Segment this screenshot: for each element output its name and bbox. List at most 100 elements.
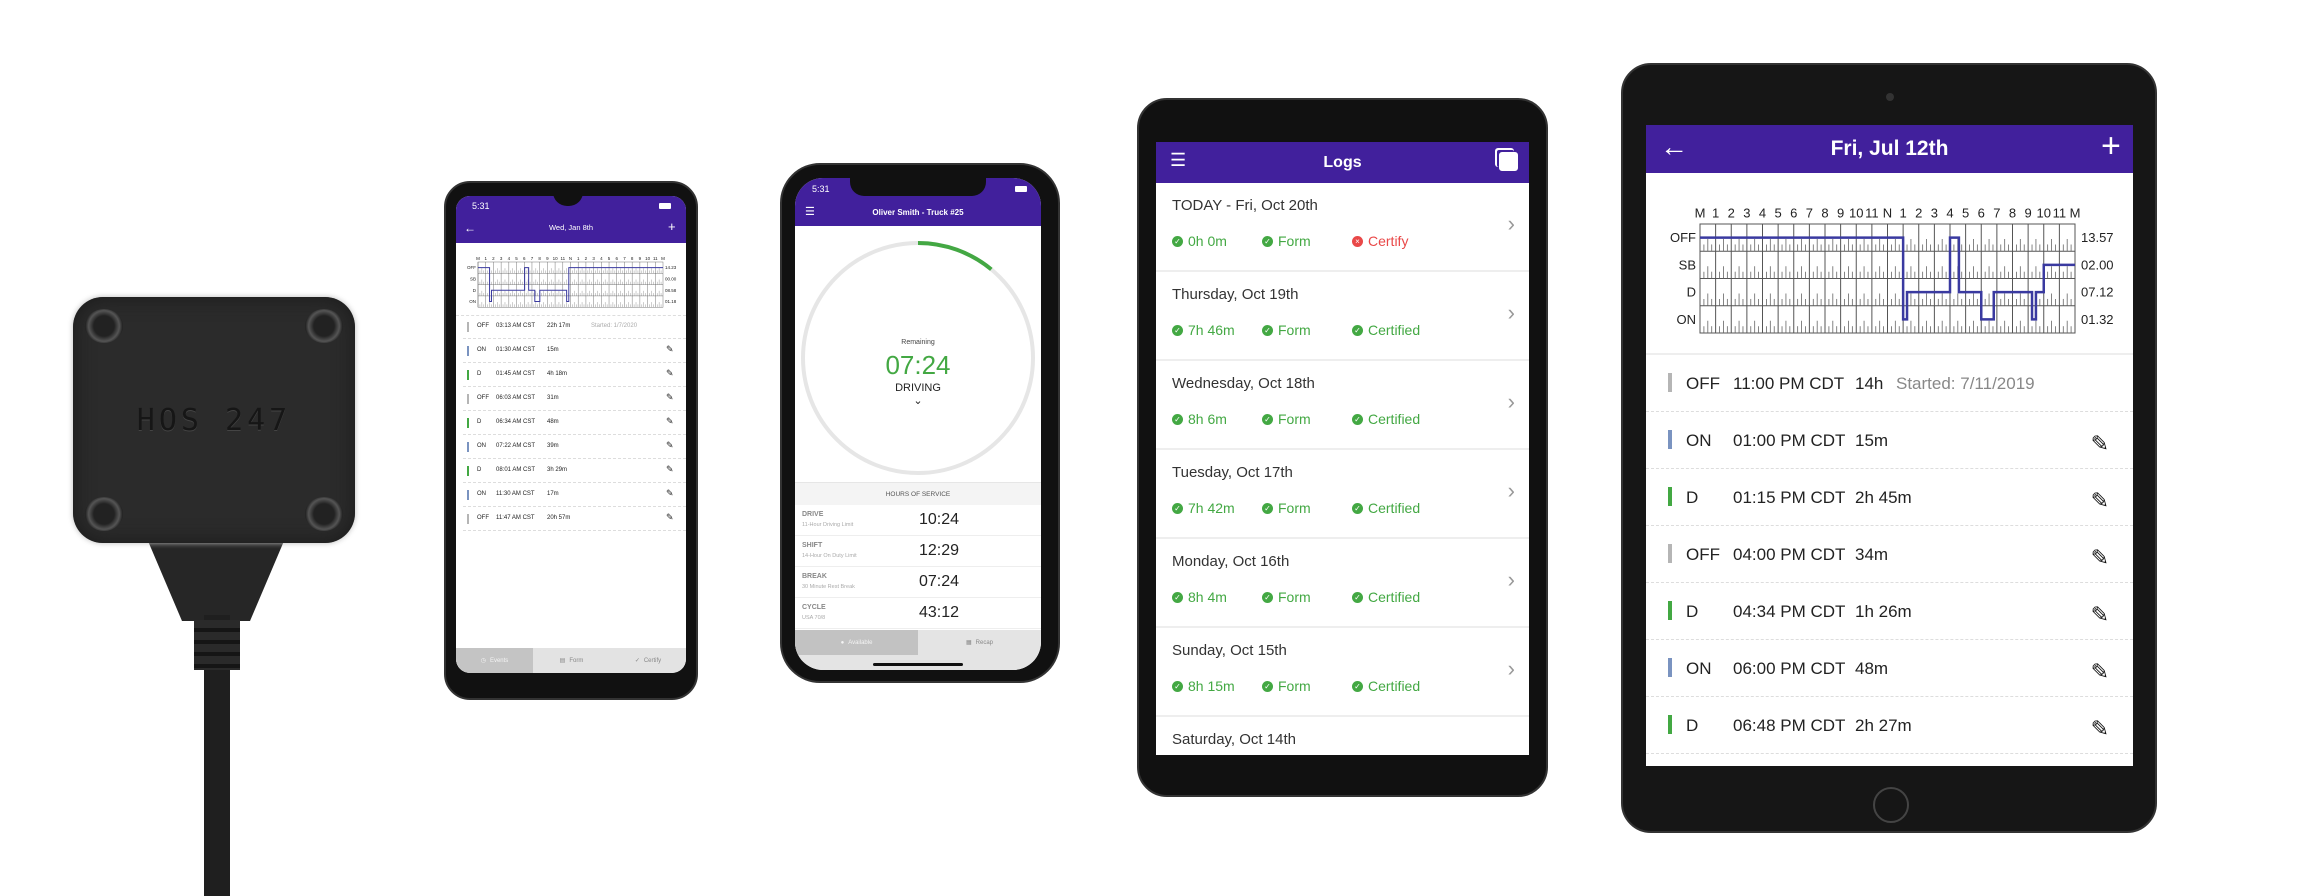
log-day-row[interactable]: Wednesday, Oct 18th ✓ 8h 6m ✓ Form ✓ Certified… [1156, 361, 1529, 450]
chevron-right-icon[interactable]: › [1508, 389, 1515, 415]
certify-status[interactable]: ✓ Certified [1352, 500, 1420, 516]
hour-label: 7 [623, 256, 626, 261]
form-status[interactable]: ✓ Form [1262, 678, 1311, 694]
event-row[interactable]: OFF 11:47 AM CST 20h 57m ✎ [463, 507, 686, 531]
chevron-right-icon[interactable]: › [1508, 656, 1515, 682]
chevron-right-icon[interactable]: › [1508, 567, 1515, 593]
pencil-icon[interactable]: ✎ [666, 392, 674, 403]
certify-status[interactable]: ✓ Certified [1352, 411, 1420, 427]
hour-label: 4 [1946, 206, 1953, 221]
add-icon[interactable]: + [668, 219, 676, 234]
log-day-row[interactable]: TODAY - Fri, Oct 20th ✓ 0h 0m ✓ Form × Certify… [1156, 183, 1529, 272]
log-day-row[interactable]: Sunday, Oct 15th ✓ 8h 15m ✓ Form ✓ Certified › [1156, 628, 1529, 717]
event-row[interactable]: OFF 06:03 AM CST 31m ✎ [463, 387, 686, 411]
gauge-label: Remaining [901, 339, 935, 346]
hour-label: 10 [2037, 206, 2051, 221]
event-row[interactable]: OFF 11:00 PM CDT 14h Started: 7/11/2019 [1646, 355, 2133, 412]
event-row[interactable]: ON 06:00 PM CDT 48m ✎ [1646, 640, 2133, 697]
page-title: Oliver Smith - Truck #25 [872, 208, 964, 217]
hour-label: 9 [639, 256, 642, 261]
certify-status[interactable]: ✓ Certified [1352, 322, 1420, 338]
event-row[interactable]: ON 01:00 PM CDT 15m ✎ [1646, 412, 2133, 469]
event-row[interactable]: D 08:01 AM CST 3h 29m ✎ [463, 459, 686, 483]
event-row[interactable]: D 01:45 AM CST 4h 18m ✎ [463, 363, 686, 387]
log-day-row[interactable]: Saturday, Oct 14th [1156, 717, 1529, 755]
pencil-icon[interactable]: ✎ [666, 368, 674, 379]
day-title: Monday, Oct 16th [1172, 553, 1290, 570]
pencil-icon[interactable]: ✎ [666, 344, 674, 355]
pencil-icon[interactable]: ✎ [666, 464, 674, 475]
event-duration: 3h 29m [547, 467, 568, 473]
device-body: HOS 247 [73, 297, 355, 543]
hours-status-label: 8h 6m [1188, 411, 1227, 427]
certify-status[interactable]: × Certify [1352, 233, 1408, 249]
event-status: ON [477, 443, 486, 449]
event-list: OFF 03:13 AM CST 22h 17m Started: 1/7/2020 O… [463, 315, 686, 555]
tab-certify[interactable]: ✓ Certify [610, 648, 686, 673]
pencil-icon[interactable]: ✎ [666, 416, 674, 427]
form-status[interactable]: ✓ Form [1262, 589, 1311, 605]
event-row[interactable]: OFF 04:00 PM CDT 34m ✎ [1646, 526, 2133, 583]
event-row[interactable]: D 06:48 PM CDT 2h 27m ✎ [1646, 697, 2133, 754]
check-circle-icon: ✓ [1352, 680, 1363, 692]
chevron-right-icon[interactable]: › [1508, 211, 1515, 237]
copy-icon[interactable] [1499, 152, 1518, 171]
event-row[interactable]: D 06:34 AM CST 48m ✎ [463, 411, 686, 435]
event-row[interactable]: D 01:15 PM CDT 2h 45m ✎ [1646, 469, 2133, 526]
tab-label: Certify [643, 657, 662, 664]
certify-status-label: Certified [1368, 678, 1421, 694]
status-bar-off [467, 514, 469, 524]
battery-icon [1015, 186, 1027, 192]
form-status[interactable]: ✓ Form [1262, 233, 1311, 249]
event-row[interactable]: ON 01:30 AM CST 15m ✎ [463, 339, 686, 363]
form-status[interactable]: ✓ Form [1262, 411, 1311, 427]
pencil-icon[interactable]: ✎ [2091, 431, 2109, 457]
form-status[interactable]: ✓ Form [1262, 500, 1311, 516]
hour-label: 8 [631, 256, 634, 261]
pencil-icon[interactable]: ✎ [666, 488, 674, 499]
screw-icon [305, 309, 343, 343]
pencil-icon[interactable]: ✎ [2091, 716, 2109, 742]
battery-icon [659, 203, 671, 209]
event-row[interactable]: ON 07:22 AM CST 39m ✎ [463, 435, 686, 459]
certify-status[interactable]: ✓ Certified [1352, 589, 1420, 605]
pencil-icon[interactable]: ✎ [2091, 602, 2109, 628]
event-duration: 2h 27m [1855, 716, 1912, 735]
pencil-icon[interactable]: ✎ [2091, 659, 2109, 685]
log-day-row[interactable]: Monday, Oct 16th ✓ 8h 4m ✓ Form ✓ Certified › [1156, 539, 1529, 628]
pencil-icon[interactable]: ✎ [666, 512, 674, 523]
event-row[interactable]: ON 11:30 AM CST 17m ✎ [463, 483, 686, 507]
log-day-row[interactable]: Thursday, Oct 19th ✓ 7h 46m ✓ Form ✓ Certified… [1156, 272, 1529, 361]
status-time: 5:31 [472, 201, 490, 211]
pencil-icon[interactable]: ✎ [2091, 488, 2109, 514]
event-row[interactable]: OFF 03:13 AM CST 22h 17m Started: 1/7/2020 [463, 315, 686, 339]
screw-icon [85, 497, 123, 531]
hour-label: 4 [1759, 206, 1766, 221]
event-status: OFF [477, 515, 489, 521]
hos-subtitle: USA 70/8 [802, 615, 826, 621]
add-icon[interactable]: + [2101, 127, 2121, 166]
hour-label: 11 [1865, 206, 1879, 221]
hours-status: ✓ 7h 42m [1172, 500, 1235, 516]
hours-status-label: 8h 4m [1188, 589, 1227, 605]
certify-status[interactable]: ✓ Certified [1352, 678, 1420, 694]
hours-status: ✓ 8h 4m [1172, 589, 1227, 605]
tab-recap[interactable]: ▦ Recap [918, 630, 1041, 655]
event-row[interactable]: D 04:34 PM CDT 1h 26m ✎ [1646, 583, 2133, 640]
tab-form[interactable]: ▤ Form [533, 648, 610, 673]
pencil-icon[interactable]: ✎ [2091, 545, 2109, 571]
hour-label: M [2070, 206, 2081, 221]
log-day-row[interactable]: Tuesday, Oct 17th ✓ 7h 42m ✓ Form ✓ Certified › [1156, 450, 1529, 539]
chevron-right-icon[interactable]: › [1508, 300, 1515, 326]
hos-name: CYCLE [802, 604, 826, 611]
event-status: ON [1686, 659, 1712, 678]
tab-available[interactable]: ● Available [795, 630, 918, 655]
chevron-down-icon[interactable]: ⌄ [795, 394, 1041, 407]
chevron-right-icon[interactable]: › [1508, 478, 1515, 504]
status-bar-d [467, 418, 469, 428]
form-status[interactable]: ✓ Form [1262, 322, 1311, 338]
tab-events[interactable]: ◷ Events [456, 648, 533, 673]
home-button[interactable] [1873, 787, 1909, 823]
pencil-icon[interactable]: ✎ [666, 440, 674, 451]
event-note: Started: 7/11/2019 [1896, 374, 2035, 393]
